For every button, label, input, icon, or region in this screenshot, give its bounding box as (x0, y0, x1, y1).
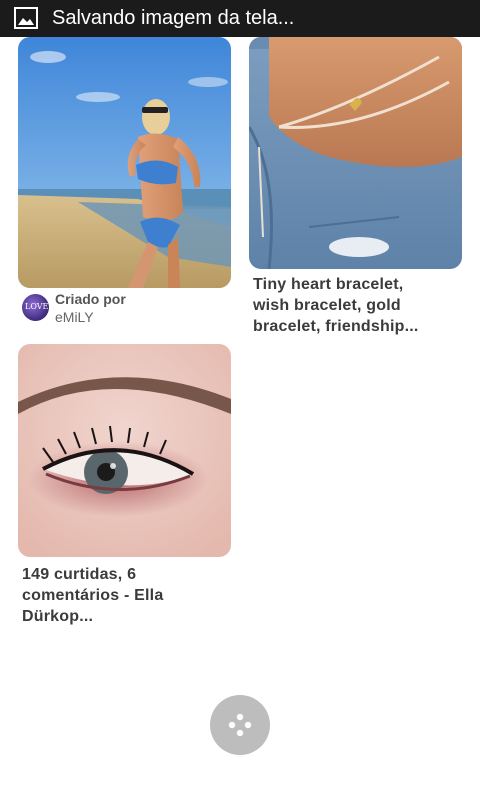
floating-action-button[interactable] (210, 695, 270, 755)
pin-image-bracelet[interactable] (249, 37, 462, 269)
pin-description-eye[interactable]: 149 curtidas, 6 comentários - Ella Dürko… (22, 564, 163, 627)
pin-description-bracelet[interactable]: Tiny heart bracelet, wish bracelet, gold… (253, 274, 419, 337)
image-icon (14, 7, 38, 29)
status-title: Salvando imagem da tela... (52, 7, 295, 29)
creator-prefix: Criado por (55, 291, 126, 307)
avatar[interactable]: LOVE (22, 294, 49, 321)
status-bar: Salvando imagem da tela... (0, 0, 480, 37)
pin-image-eye[interactable] (18, 344, 231, 557)
creator-name[interactable]: eMiLY (55, 309, 94, 325)
pin-image-beach[interactable] (18, 37, 231, 288)
dots-cluster-icon (228, 713, 252, 737)
